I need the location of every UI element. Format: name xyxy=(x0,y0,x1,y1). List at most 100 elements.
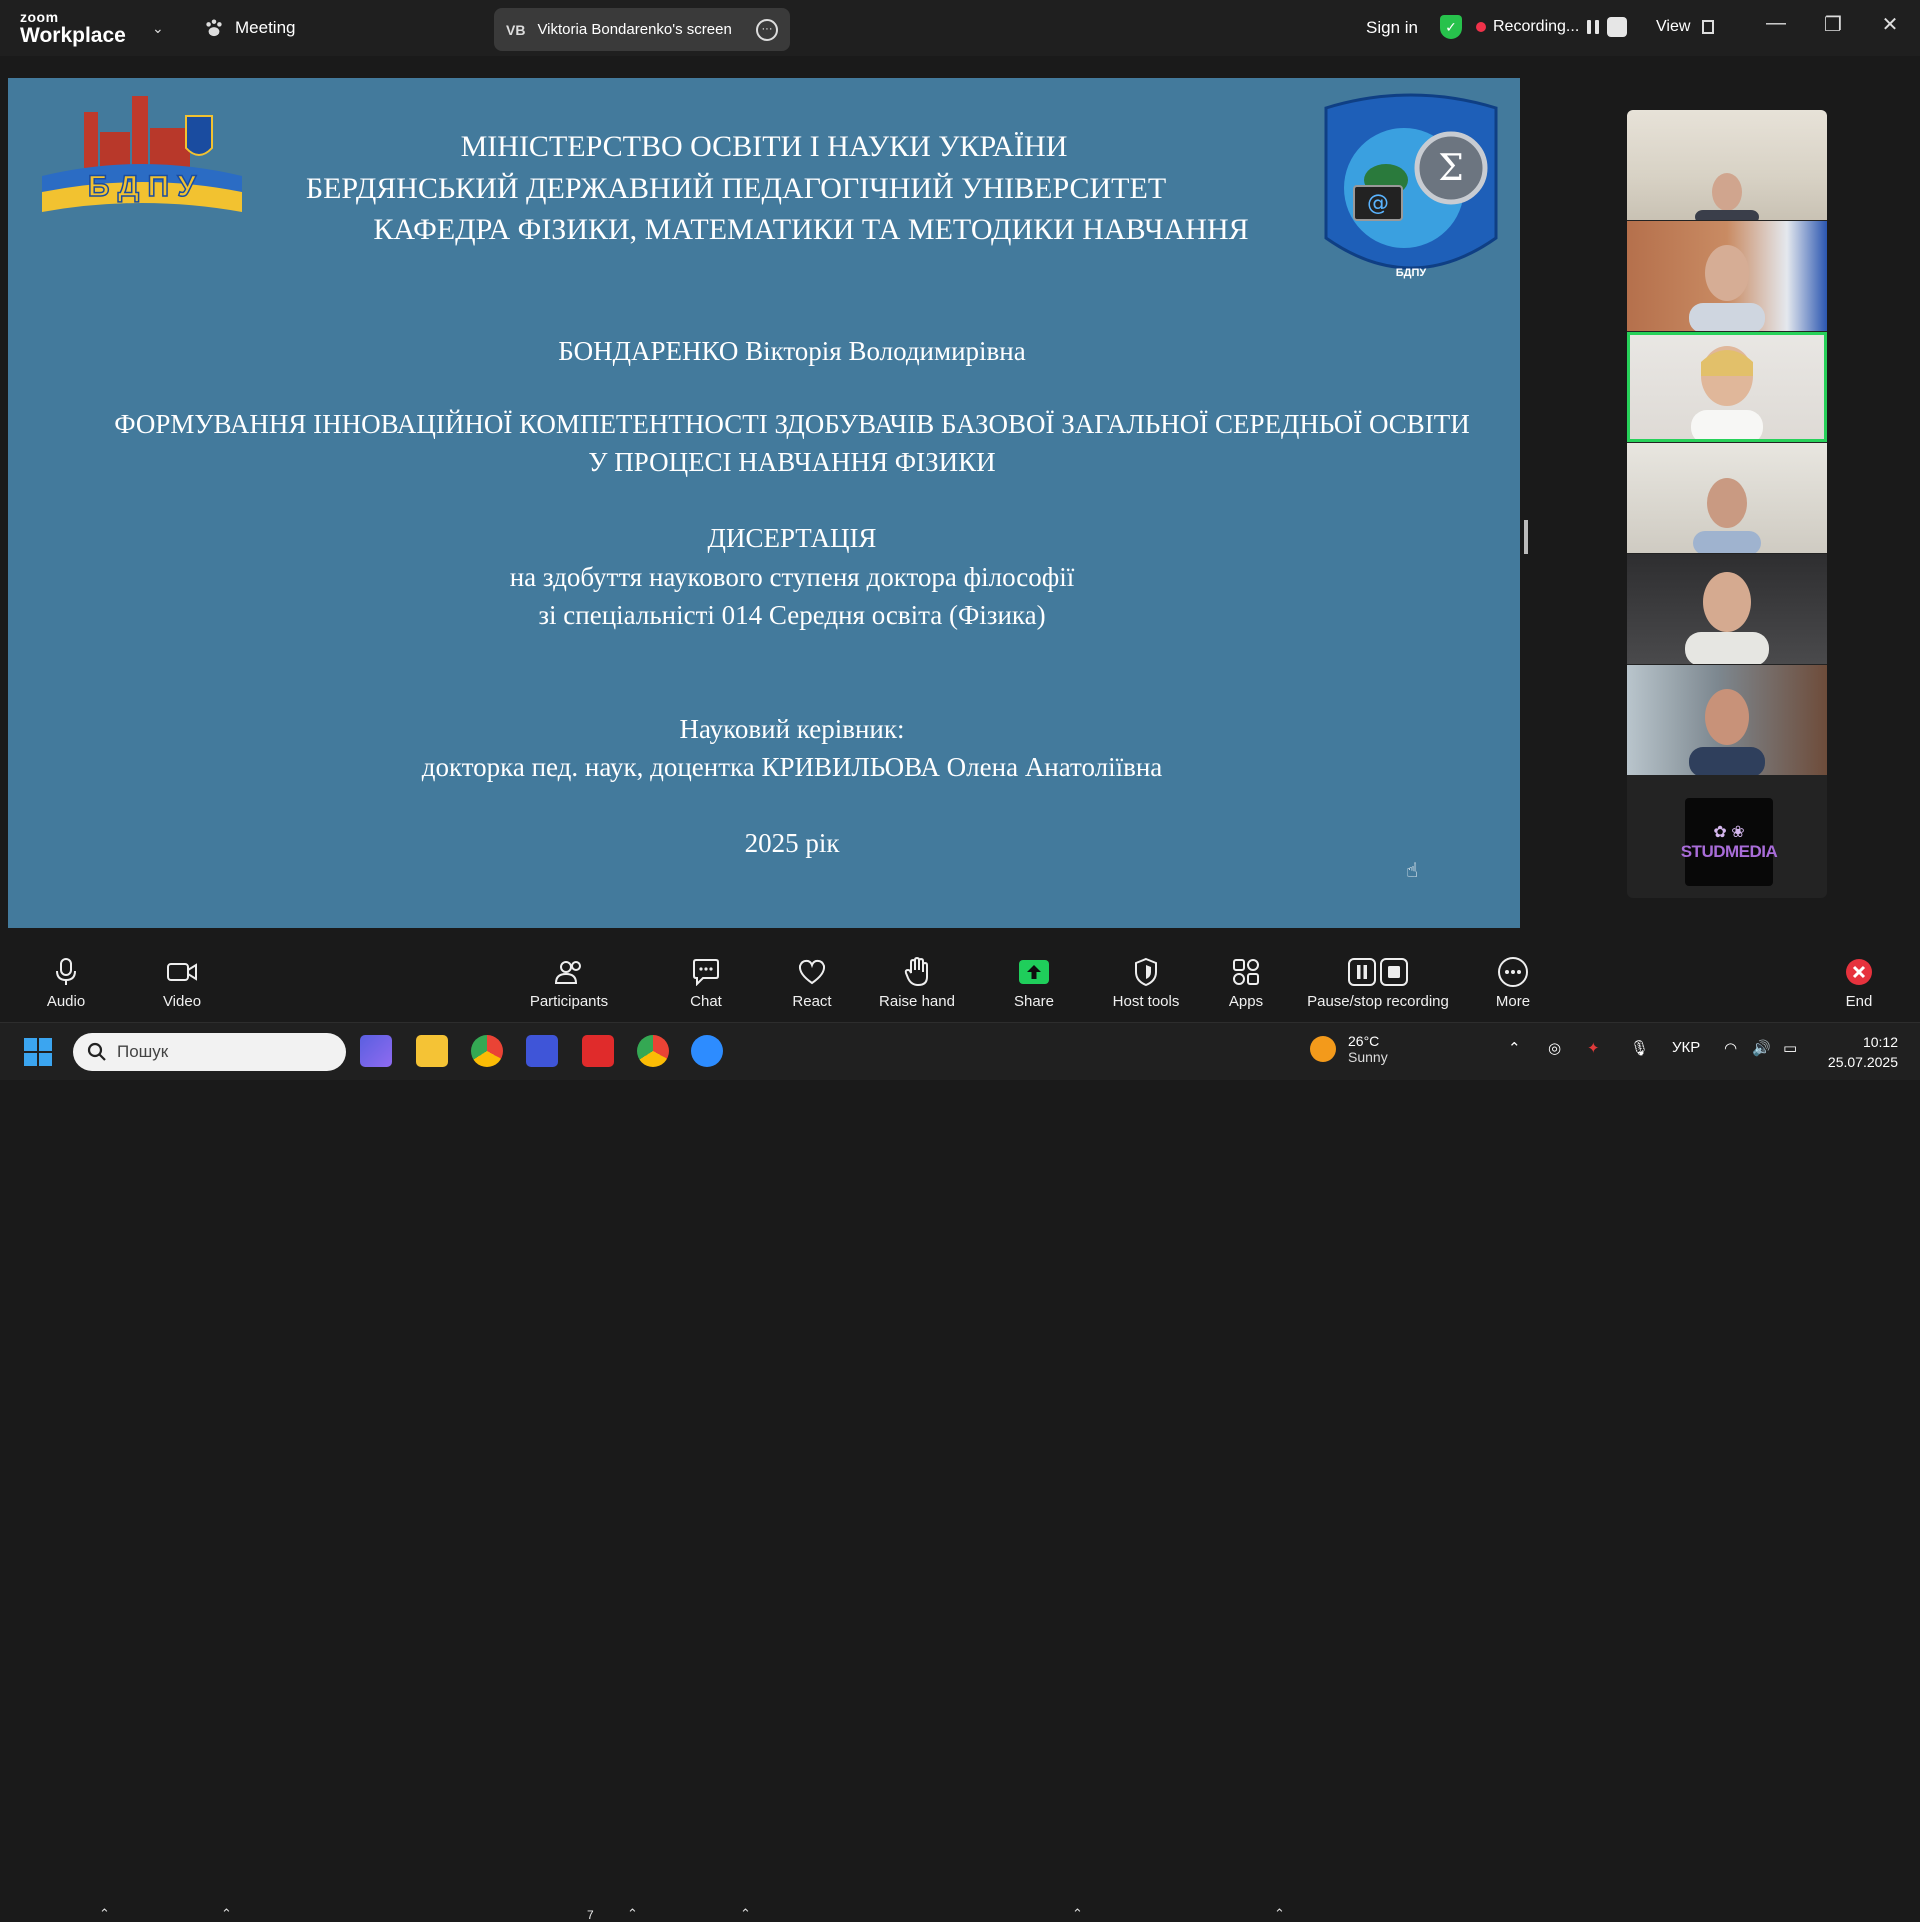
video-camera-icon xyxy=(167,962,197,981)
participant-video-tile-active-speaker[interactable] xyxy=(1627,332,1827,442)
taskbar-search-box[interactable]: Пошук xyxy=(73,1033,346,1071)
apps-options-caret-icon[interactable]: ⌃ xyxy=(1274,1906,1285,1922)
microphone-icon xyxy=(56,957,76,985)
studmedia-avatar[interactable]: ✿ ❀ STUDMEDIA xyxy=(1681,798,1778,886)
chat-label: Chat xyxy=(690,992,722,1010)
svg-text:БДПУ: БДПУ xyxy=(1396,267,1427,279)
participant-avatar xyxy=(1685,572,1769,664)
stop-recording-icon[interactable] xyxy=(1607,17,1627,37)
slide-line-ministry: МІНІСТЕРСТВО ОСВІТИ І НАУКИ УКРАЇНИ xyxy=(460,130,1068,163)
more-button[interactable]: More xyxy=(1494,944,1532,1020)
presenter-initials: VB xyxy=(506,21,526,38)
raise-hand-icon xyxy=(904,956,928,986)
sync-icon[interactable]: ◎ xyxy=(1548,1039,1561,1057)
slide-specialty: зі спеціальністі 014 Середня освіта (Фіз… xyxy=(538,600,1046,630)
participant-avatar xyxy=(1691,346,1763,442)
participants-label: Participants xyxy=(529,992,609,1010)
participant-video-tile[interactable] xyxy=(1627,554,1827,664)
view-label: View xyxy=(1656,18,1691,35)
chrome-profile-icon[interactable] xyxy=(637,1035,669,1067)
share-options-caret-icon[interactable]: ⌃ xyxy=(1072,1906,1083,1922)
shared-screen-indicator[interactable]: VB Viktoria Bondarenko's screen ··· xyxy=(494,8,790,51)
zoom-taskbar-icon[interactable] xyxy=(691,1035,723,1067)
resize-handle[interactable] xyxy=(1524,520,1528,554)
app-tray-icon[interactable]: ✦ xyxy=(1587,1039,1600,1057)
save-app-icon[interactable] xyxy=(526,1035,558,1067)
chrome-icon[interactable] xyxy=(471,1035,503,1067)
slide-supervisor: докторка пед. наук, доцентка КРИВИЛЬОВА … xyxy=(421,752,1163,782)
audio-button[interactable]: Audio xyxy=(40,944,92,1020)
heart-icon xyxy=(798,959,826,984)
participants-button[interactable]: Participants xyxy=(524,944,614,1020)
restore-icon[interactable]: ❐ xyxy=(1818,12,1848,37)
chat-options-caret-icon[interactable]: ⌃ xyxy=(740,1906,751,1922)
pause-recording-icon[interactable] xyxy=(1583,17,1603,37)
file-explorer-icon[interactable] xyxy=(416,1035,448,1067)
slide-document-type: ДИСЕРТАЦІЯ xyxy=(707,523,877,553)
video-button[interactable]: Video xyxy=(158,944,206,1020)
participant-video-strip[interactable]: ✿ ❀ STUDMEDIA xyxy=(1627,110,1827,898)
chat-icon xyxy=(693,958,719,986)
more-options-icon[interactable]: ··· xyxy=(756,18,778,41)
chevron-down-icon[interactable]: ⌄ xyxy=(152,20,164,37)
minimize-icon[interactable]: — xyxy=(1761,12,1791,35)
participant-video-tile[interactable] xyxy=(1627,221,1827,331)
end-icon xyxy=(1846,958,1872,985)
share-button[interactable]: Share xyxy=(1012,944,1056,1020)
slide-author: БОНДАРЕНКО Вікторія Володимирівна xyxy=(558,336,1026,366)
flower-icon: ✿ ❀ xyxy=(1713,824,1745,841)
end-meeting-button[interactable]: End xyxy=(1840,944,1878,1020)
participant-video-tile[interactable] xyxy=(1627,110,1827,220)
weather-widget[interactable]: 26°C Sunny xyxy=(1310,1033,1388,1065)
temperature: 26°C xyxy=(1348,1033,1380,1049)
close-icon[interactable]: ✕ xyxy=(1875,12,1905,37)
brand-large: Workplace xyxy=(20,24,126,47)
audio-options-caret-icon[interactable]: ⌃ xyxy=(99,1906,110,1922)
react-label: React xyxy=(792,992,832,1010)
raise-hand-label: Raise hand xyxy=(879,992,955,1010)
participants-count: 7 xyxy=(587,1908,594,1922)
host-tools-button[interactable]: Host tools xyxy=(1108,944,1184,1020)
more-icon xyxy=(1498,956,1528,987)
pause-stop-recording-button[interactable]: Pause/stop recording xyxy=(1303,944,1453,1020)
slide-line-department: КАФЕДРА ФІЗИКИ, МАТЕМАТИКИ ТА МЕТОДИКИ Н… xyxy=(373,213,1249,246)
raise-hand-button[interactable]: Raise hand xyxy=(875,944,959,1020)
shared-screen-slide: Б Д П У Σ @ БДПУ МІНІСТЕРСТВО ОСВІТИ І Н… xyxy=(8,78,1520,928)
wifi-icon[interactable]: ◠ xyxy=(1724,1039,1737,1057)
meeting-label: Meeting xyxy=(235,18,296,37)
shared-screen-title: Viktoria Bondarenko's screen xyxy=(537,21,732,38)
share-label: Share xyxy=(1013,992,1055,1010)
zoom-workplace-logo[interactable]: zoom Workplace xyxy=(20,10,126,46)
sign-in-link[interactable]: Sign in xyxy=(1366,18,1418,38)
participant-avatar xyxy=(1689,245,1765,331)
participant-avatar xyxy=(1689,689,1765,775)
microphone-tray-icon[interactable]: 🎙 xyxy=(1630,1039,1649,1057)
view-menu[interactable]: View xyxy=(1656,18,1715,36)
grid-icon xyxy=(1702,20,1715,34)
recording-control-label: Pause/stop recording xyxy=(1307,992,1449,1010)
battery-icon[interactable]: ▭ xyxy=(1783,1039,1797,1057)
wps-office-icon[interactable] xyxy=(582,1035,614,1067)
participant-video-tile[interactable] xyxy=(1627,443,1827,553)
meet-app-icon[interactable] xyxy=(360,1035,392,1067)
hand-cursor-icon: ☝ xyxy=(1406,860,1419,882)
end-label: End xyxy=(1845,992,1873,1010)
audio-label: Audio xyxy=(46,992,86,1010)
participant-video-tile[interactable] xyxy=(1627,665,1827,775)
chat-button[interactable]: Chat xyxy=(686,944,726,1020)
video-options-caret-icon[interactable]: ⌃ xyxy=(221,1906,232,1922)
apps-button[interactable]: Apps xyxy=(1226,944,1266,1020)
slide-year: 2025 рік xyxy=(744,828,840,858)
meeting-menu[interactable]: Meeting xyxy=(203,18,295,38)
more-label: More xyxy=(1495,992,1531,1010)
participants-options-caret-icon[interactable]: ⌃ xyxy=(627,1906,638,1922)
system-clock[interactable]: 10:12 25.07.2025 xyxy=(1822,1032,1898,1072)
keyboard-language[interactable]: УКР xyxy=(1672,1039,1700,1056)
volume-icon[interactable]: 🔊 xyxy=(1752,1039,1771,1057)
react-button[interactable]: React xyxy=(788,944,836,1020)
clock-date: 25.07.2025 xyxy=(1827,1054,1898,1070)
windows-start-icon[interactable] xyxy=(24,1038,52,1066)
encryption-shield-icon[interactable]: ✓ xyxy=(1440,15,1462,39)
recording-indicator: Recording... xyxy=(1476,18,1579,36)
show-hidden-icons-caret-icon[interactable]: ⌃ xyxy=(1508,1039,1521,1057)
